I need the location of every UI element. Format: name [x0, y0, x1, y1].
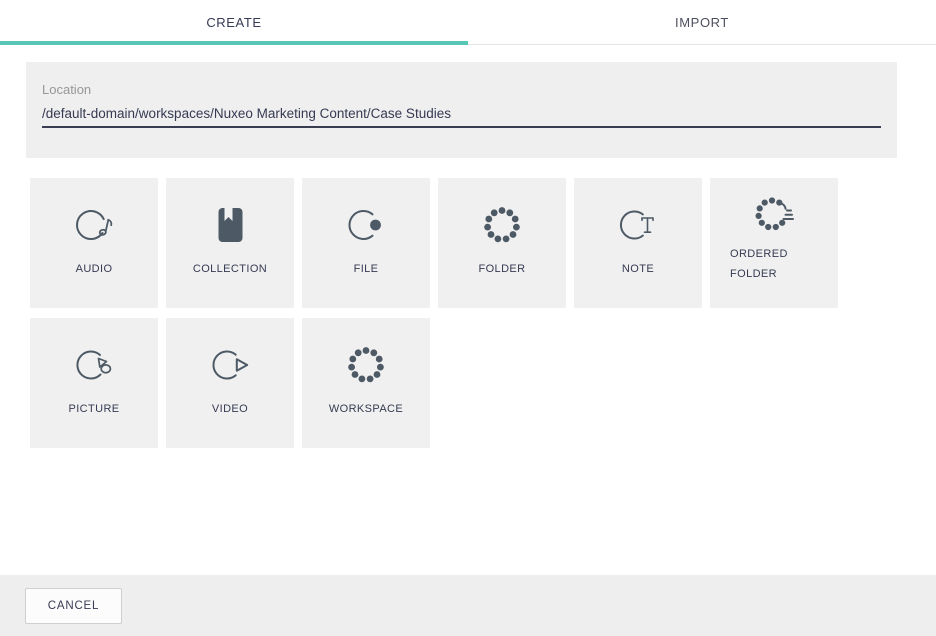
location-panel: Location /default-domain/workspaces/Nuxe… [26, 62, 897, 158]
tab-create[interactable]: CREATE [0, 0, 468, 44]
workspace-icon [344, 343, 388, 387]
tab-import[interactable]: IMPORT [468, 0, 936, 44]
tile-audio[interactable]: AUDIO [30, 178, 158, 308]
tab-bar: CREATE IMPORT [0, 0, 936, 45]
tile-label: AUDIO [76, 262, 113, 276]
tile-file[interactable]: FILE [302, 178, 430, 308]
tile-label: ORDERED FOLDER [710, 244, 838, 284]
folder-icon [480, 203, 524, 247]
tab-import-label: IMPORT [675, 15, 729, 30]
picture-icon [72, 343, 116, 387]
tile-collection[interactable]: COLLECTION [166, 178, 294, 308]
file-icon [344, 203, 388, 247]
tile-ordered-folder[interactable]: ORDERED FOLDER [710, 178, 838, 308]
tile-workspace[interactable]: WORKSPACE [302, 318, 430, 448]
tab-create-label: CREATE [206, 15, 261, 30]
tile-note[interactable]: NOTE [574, 178, 702, 308]
tile-label: FOLDER [478, 262, 525, 276]
create-document-dialog: CREATE IMPORT Location /default-domain/w… [0, 0, 936, 636]
tile-picture[interactable]: PICTURE [30, 318, 158, 448]
tile-label: FILE [354, 262, 379, 276]
tile-folder[interactable]: FOLDER [438, 178, 566, 308]
tile-video[interactable]: VIDEO [166, 318, 294, 448]
tile-label: PICTURE [68, 402, 119, 416]
location-input[interactable]: /default-domain/workspaces/Nuxeo Marketi… [42, 104, 881, 128]
ordered-folder-icon [752, 192, 796, 236]
tile-label: NOTE [622, 262, 654, 276]
cancel-button[interactable]: CANCEL [25, 588, 122, 624]
collection-icon [208, 203, 252, 247]
tile-label: COLLECTION [193, 262, 267, 276]
video-icon [208, 343, 252, 387]
tile-label: VIDEO [212, 402, 248, 416]
audio-icon [72, 203, 116, 247]
tile-label: WORKSPACE [329, 402, 403, 416]
note-icon [616, 203, 660, 247]
document-type-grid: AUDIO COLLECTION FILE [30, 178, 876, 448]
location-label: Location [42, 82, 881, 97]
footer-bar: CANCEL [0, 575, 936, 636]
